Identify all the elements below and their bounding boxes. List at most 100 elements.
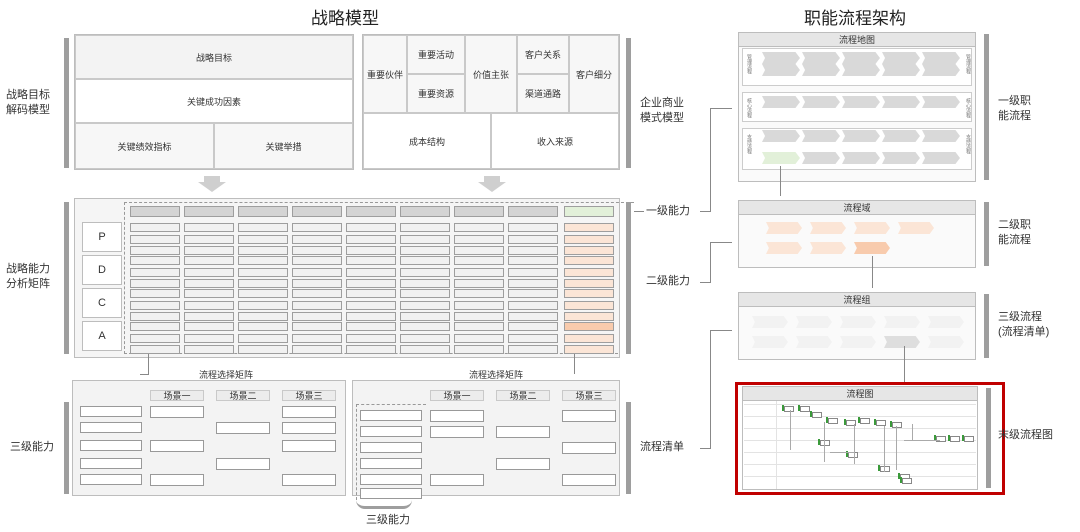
level2-capability-cell [346, 322, 396, 331]
process-arrow [882, 130, 920, 142]
process-group-item [884, 336, 920, 348]
swimlane [744, 428, 976, 429]
flow-node [784, 406, 794, 412]
flow-node-marker [844, 419, 846, 425]
row-label-p: P [82, 222, 122, 252]
channels-cell: 渠道通路 [517, 74, 569, 113]
level2-capability-cell [184, 334, 234, 343]
process-domain-item [810, 222, 846, 234]
flow-connector [824, 422, 825, 462]
bracket-right-l2 [984, 202, 989, 266]
level2-capability-cell [346, 301, 396, 310]
business-model-label: 企业商业 模式模型 [640, 97, 684, 124]
level2-capability-cell [564, 279, 614, 288]
bracket-right-l1 [984, 34, 989, 180]
level2-capability-cell [454, 345, 504, 354]
level2-capability-cell [292, 256, 342, 265]
level2-capability-cell [454, 256, 504, 265]
conn-l1-h [700, 211, 710, 212]
level2-capability-cell [184, 345, 234, 354]
process-arrow [762, 152, 800, 164]
swimlane [744, 452, 976, 453]
process-arrow [802, 96, 840, 108]
conn-left-v [148, 354, 149, 374]
level2-capability-cell [400, 246, 450, 255]
process-arrow [922, 152, 960, 164]
bracket-right-3 [626, 402, 631, 494]
process-group-item [840, 316, 876, 328]
flow-node [828, 418, 838, 424]
level1-capability-cell [400, 206, 450, 217]
customer-segments-cell: 客户细分 [569, 35, 619, 113]
row-label-c: C [82, 288, 122, 318]
flow-node-marker [890, 421, 892, 427]
level2-capability-cell [184, 223, 234, 232]
flow-node-marker [874, 419, 876, 425]
flow-node-marker [962, 435, 964, 441]
cost-structure-cell: 成本结构 [363, 113, 491, 169]
row-label-a: A [82, 321, 122, 351]
key-activities-cell: 重要活动 [407, 35, 465, 74]
process-arrow [882, 64, 920, 76]
value-proposition-cell: 价值主张 [465, 35, 517, 113]
conn-arch-3 [904, 346, 905, 382]
down-arrow-2 [478, 182, 506, 192]
level2-capability-cell [292, 235, 342, 244]
process-arrow [842, 130, 880, 142]
level2-capability-cell [346, 345, 396, 354]
process-architecture-title: 职能流程架构 [804, 9, 906, 28]
flow-node-marker [900, 477, 902, 483]
flow-node [964, 436, 974, 442]
level2-capability-cell [130, 301, 180, 310]
bracket-right-l4 [986, 388, 991, 488]
level2-capability-cell [130, 223, 180, 232]
process-arrow [762, 130, 800, 142]
level2-capability-cell [346, 279, 396, 288]
level2-capability-cell [292, 345, 342, 354]
row-label-d: D [82, 255, 122, 285]
scene-select-cell [150, 440, 204, 452]
flow-node [812, 412, 822, 418]
scene-select-cell [282, 474, 336, 486]
level2-capability-cell [346, 246, 396, 255]
conn-arch-2 [872, 256, 873, 288]
revenue-streams-cell: 收入来源 [491, 113, 619, 169]
level2-capability-cell [564, 322, 614, 331]
right-scene-3: 场景三 [562, 390, 616, 401]
level2-capability-cell [564, 256, 614, 265]
scene-select-cell [282, 422, 336, 434]
process-domain-item [766, 222, 802, 234]
l4-process-label: 末级流程图 [998, 429, 1053, 441]
level1-capability-cell [238, 206, 288, 217]
level2-capability-cell [454, 223, 504, 232]
swimlane [744, 404, 976, 405]
swimlane-divider [776, 401, 777, 489]
level2-capability-cell [454, 279, 504, 288]
level2-capability-cell [400, 223, 450, 232]
flow-node-marker [878, 465, 880, 471]
level2-capability-cell [238, 235, 288, 244]
scene-select-cell [282, 406, 336, 418]
level2-capability-cell [184, 268, 234, 277]
level1-capability-cell [564, 206, 614, 217]
down-arrow-1 [198, 182, 226, 192]
scene-select-cell [430, 474, 484, 486]
level2-capability-cell [292, 334, 342, 343]
process-arrow [882, 52, 920, 64]
level2-capability-cell [130, 268, 180, 277]
level2-capability-cell [508, 312, 558, 321]
l2-process-label: 二级职 能流程 [998, 219, 1031, 246]
process-domain-item [854, 222, 890, 234]
level2-capability-cell [184, 246, 234, 255]
level2-capability-cell [454, 334, 504, 343]
level2-capability-cell [238, 334, 288, 343]
level2-capability-label: 二级能力 [646, 275, 690, 287]
scene-select-cell [562, 442, 616, 454]
swimlane [744, 416, 976, 417]
process-list-cell [360, 410, 422, 421]
level2-capability-cell [238, 279, 288, 288]
process-arrow [802, 152, 840, 164]
level3-capability-cell [80, 474, 142, 485]
level2-capability-cell [292, 223, 342, 232]
level2-capability-cell [184, 279, 234, 288]
